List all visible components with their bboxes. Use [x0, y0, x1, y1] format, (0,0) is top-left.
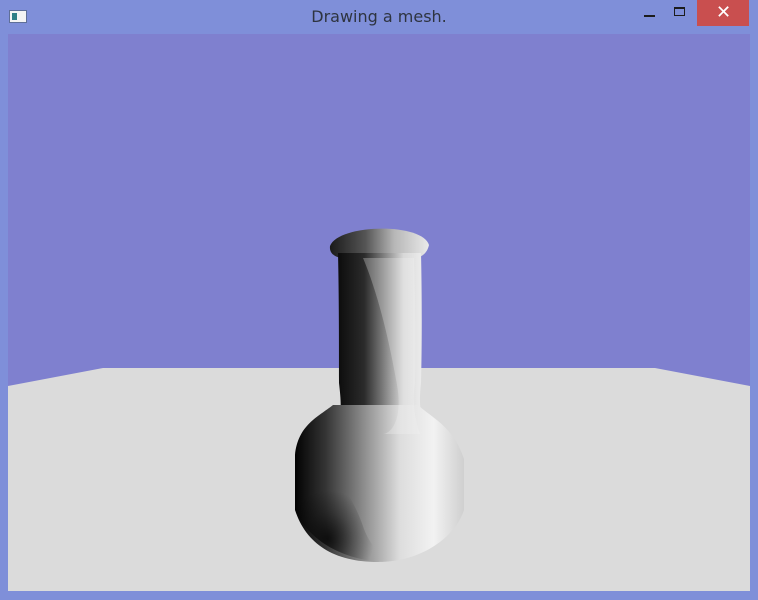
application-window: Drawing a mesh. ✕: [0, 0, 758, 600]
window-bottom-border: [0, 591, 758, 600]
close-button[interactable]: ✕: [697, 0, 749, 26]
maximize-button[interactable]: [666, 0, 693, 26]
title-bar[interactable]: Drawing a mesh. ✕: [0, 0, 758, 34]
mesh-scene[interactable]: [8, 34, 750, 591]
close-icon: ✕: [716, 2, 732, 23]
minimize-icon: [644, 15, 655, 17]
minimize-button[interactable]: [636, 0, 663, 26]
maximize-icon: [674, 7, 685, 16]
render-viewport[interactable]: [8, 34, 750, 591]
